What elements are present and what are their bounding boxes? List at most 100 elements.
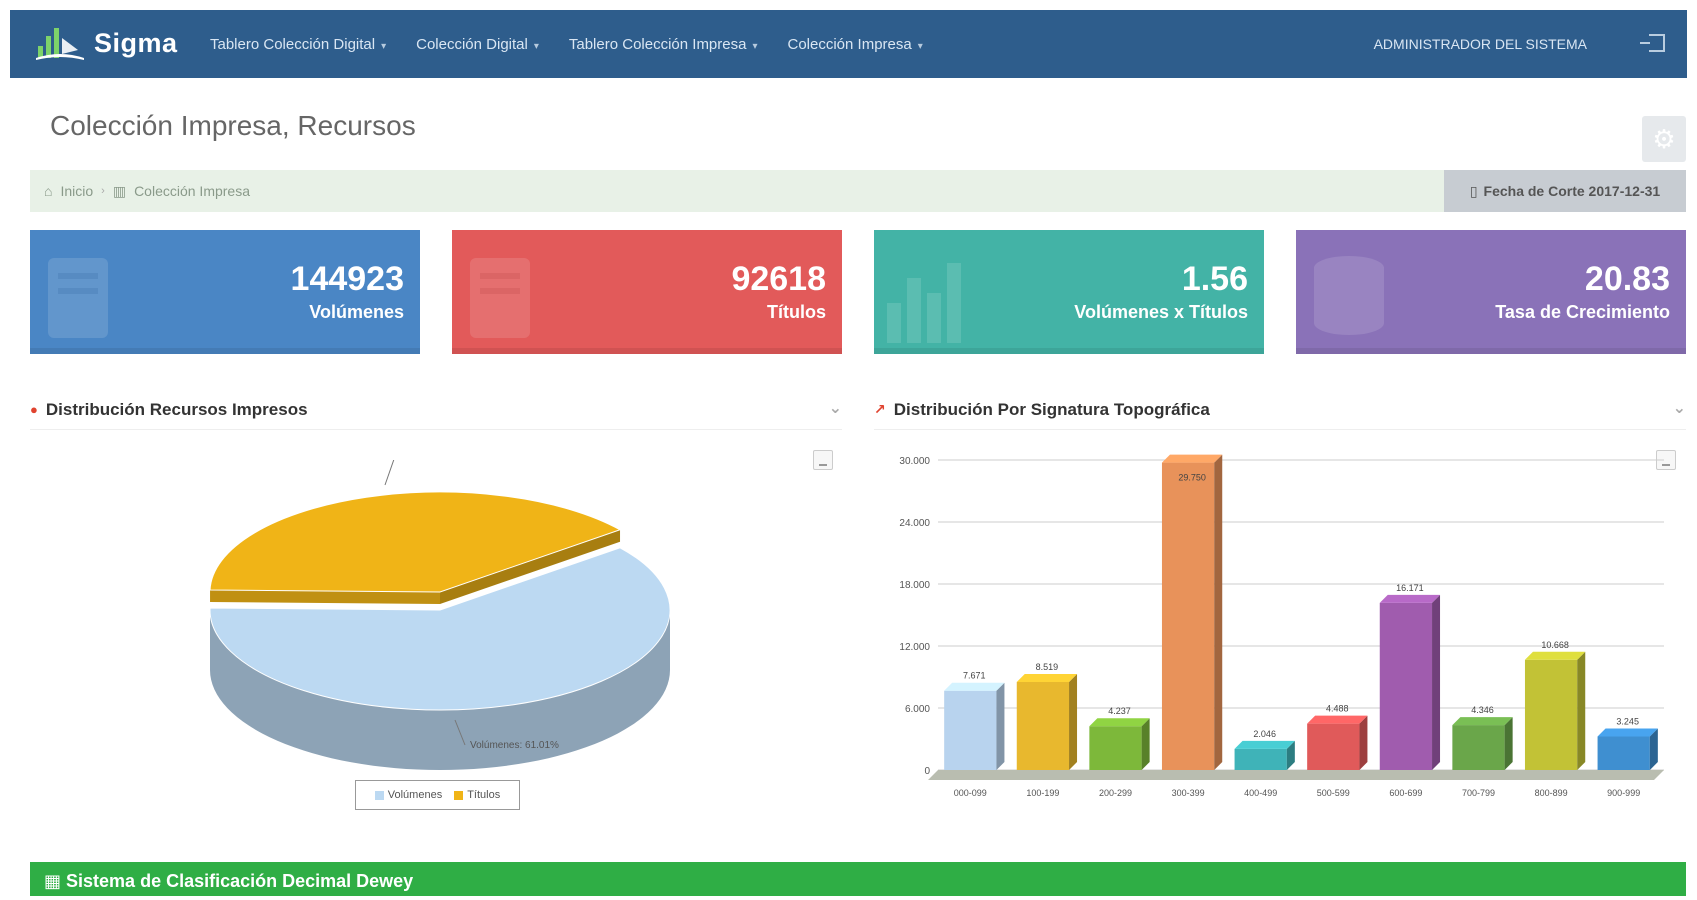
panel-title: Distribución Recursos Impresos — [45, 399, 308, 419]
bar-data-label: 4.346 — [1471, 705, 1494, 715]
sigma-logo-icon — [36, 28, 84, 60]
legend-swatch — [454, 790, 464, 800]
chevron-down-icon: ▾ — [381, 40, 387, 52]
bar — [1234, 748, 1287, 770]
nav-coleccion-digital[interactable]: Colección Digital ▾ — [416, 36, 539, 53]
export-menu-icon[interactable] — [813, 450, 833, 470]
stat-card-tasa-crecimiento: 20.83 Tasa de Crecimiento — [1296, 230, 1686, 354]
legend-label: Títulos — [467, 789, 501, 801]
bar-side — [1504, 717, 1513, 770]
bar — [1597, 736, 1650, 770]
panel-header-distribucion-signatura: ↗ Distribución Por Signatura Topográfica… — [874, 390, 1686, 430]
nav-tablero-coleccion-impresa[interactable]: Tablero Colección Impresa ▾ — [569, 36, 758, 53]
bar-data-label: 29.750 — [1178, 473, 1206, 483]
bar-data-label: 10.668 — [1541, 640, 1569, 650]
bar — [1161, 462, 1215, 770]
bar-top — [1597, 728, 1658, 737]
top-navbar: Sigma Tablero Colección Digital ▾ Colecci… — [10, 10, 1687, 78]
stat-label: Volúmenes x Títulos — [1074, 302, 1248, 322]
bar-data-label: 3.245 — [1616, 716, 1639, 726]
user-menu[interactable]: ADMINISTRADOR DEL SISTEMA — [1374, 10, 1587, 78]
nav-coleccion-impresa[interactable]: Colección Impresa ▾ — [788, 36, 923, 53]
stat-value: 1.56 — [1181, 260, 1248, 298]
book-icon — [470, 258, 530, 338]
bar — [1089, 726, 1142, 770]
stat-card-titulos: 92618 Títulos — [452, 230, 842, 354]
stat-label: Volúmenes — [309, 302, 404, 322]
home-icon: ⌂ — [44, 183, 53, 199]
bar-chart-icon — [887, 263, 961, 343]
chevron-down-icon[interactable]: ⌄ — [829, 398, 842, 418]
fecha-corte-label: Fecha de Corte 2017-12-31 — [1483, 183, 1661, 199]
x-tick-label: 600-699 — [1389, 788, 1422, 798]
bar-top — [944, 682, 1005, 691]
legend-swatch — [374, 790, 384, 800]
pie-data-label: Volúmenes: 61.01% — [470, 740, 559, 751]
bar-data-label: 2.046 — [1253, 729, 1276, 739]
bar — [1524, 659, 1578, 770]
bar-data-label: 7.671 — [963, 671, 986, 681]
y-tick-label: 18.000 — [899, 580, 930, 591]
line-chart-icon: ↗ — [874, 401, 886, 417]
stat-value: 20.83 — [1584, 260, 1670, 298]
bar-data-label: 16.171 — [1396, 583, 1424, 593]
bar-top — [1161, 454, 1223, 463]
stat-value: 92618 — [731, 260, 826, 298]
bar-side — [1577, 651, 1586, 770]
bar-data-label: 4.237 — [1108, 706, 1131, 716]
database-icon — [1314, 256, 1384, 335]
chevron-down-icon: ▾ — [752, 40, 758, 52]
stat-label: Títulos — [767, 302, 826, 322]
bar-chart: 0 6.000 12.000 18.000 24.000 30.000 7.671 000-0… — [899, 454, 1664, 798]
logout-icon[interactable] — [1640, 34, 1665, 52]
chevron-down-icon: ▾ — [533, 40, 539, 52]
bar-top — [1234, 740, 1295, 749]
table-icon: ▦ — [44, 871, 62, 891]
bar-side — [1141, 718, 1150, 770]
panel-title: Distribución Por Signatura Topográfica — [893, 399, 1210, 419]
x-tick-label: 700-799 — [1462, 788, 1495, 798]
bar-chart-icon: ▥ — [112, 182, 127, 199]
bar-side — [1214, 454, 1223, 770]
y-tick-label: 12.000 — [899, 642, 930, 653]
bar-top — [1089, 718, 1150, 727]
nav-tablero-coleccion-digital[interactable]: Tablero Colección Digital ▾ — [210, 36, 386, 53]
stat-value: 144923 — [290, 260, 404, 298]
bar-top — [1307, 715, 1368, 724]
pie-chart-icon: ● — [30, 402, 38, 417]
nav-label: Tablero Colección Digital — [210, 35, 376, 53]
legend-label: Volúmenes — [387, 789, 443, 801]
bar-top — [1379, 594, 1441, 603]
bar — [944, 690, 997, 770]
y-tick-label: 0 — [924, 766, 930, 777]
bar-side — [1069, 673, 1078, 770]
bar-side — [1432, 594, 1441, 770]
stat-card-volumenes-x-titulos: 1.56 Volúmenes x Títulos — [874, 230, 1264, 354]
y-tick-label: 6.000 — [905, 704, 930, 715]
x-tick-label: 200-299 — [1099, 788, 1132, 798]
app-name: Sigma — [94, 27, 178, 58]
pie-legend: Volúmenes Títulos — [355, 780, 520, 810]
logo[interactable]: Sigma — [34, 24, 178, 62]
panel-header-distribucion-recursos: ● Distribución Recursos Impresos ⌄ — [30, 390, 842, 430]
stat-label: Tasa de Crecimiento — [1495, 302, 1670, 322]
gear-icon: ⚙ — [1652, 123, 1676, 154]
x-tick-label: 300-399 — [1172, 788, 1205, 798]
breadcrumb-home[interactable]: Inicio — [60, 183, 93, 199]
bar-top — [1524, 651, 1586, 660]
x-tick-label: 100-199 — [1026, 788, 1059, 798]
x-tick-label: 800-899 — [1535, 788, 1568, 798]
legend-item[interactable]: Volúmenes — [374, 789, 443, 801]
x-tick-label: 900-999 — [1607, 788, 1640, 798]
chevron-down-icon[interactable]: ⌄ — [1673, 398, 1686, 418]
legend-item[interactable]: Títulos — [454, 789, 500, 801]
stat-card-volumenes: 144923 Volúmenes — [30, 230, 420, 354]
panel-title: Sistema de Clasificación Decimal Dewey — [66, 871, 414, 891]
bar-data-label: 8.519 — [1036, 662, 1059, 672]
settings-button[interactable]: ⚙ — [1642, 116, 1686, 162]
fecha-corte-badge: ▯ Fecha de Corte 2017-12-31 — [1444, 170, 1686, 212]
x-tick-label: 000-099 — [954, 788, 987, 798]
bar-top — [1452, 717, 1513, 726]
breadcrumb-current[interactable]: Colección Impresa — [134, 183, 250, 199]
y-tick-label: 24.000 — [899, 518, 930, 529]
